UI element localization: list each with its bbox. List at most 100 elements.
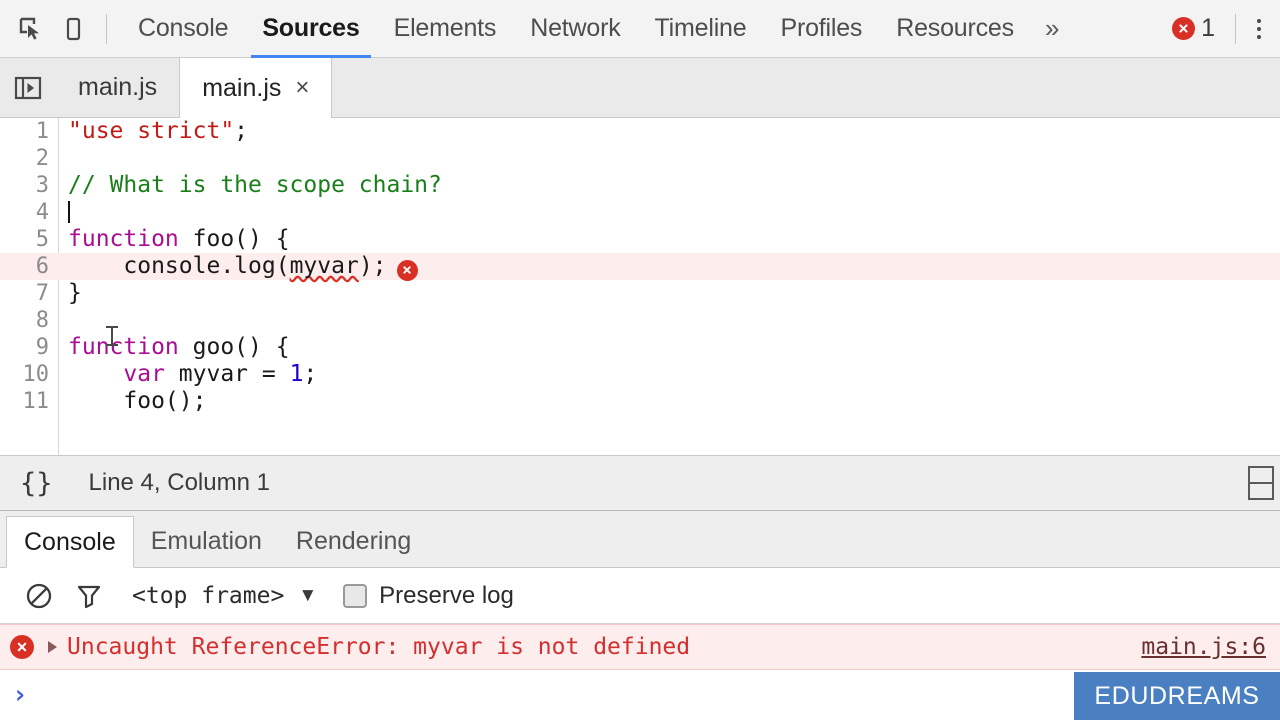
inline-error-icon[interactable] (396, 259, 418, 281)
execution-context-selector[interactable]: <top frame> ▼ (132, 583, 317, 609)
drawer-tab-label: Console (24, 527, 116, 556)
expand-triangle-icon[interactable] (48, 641, 57, 653)
drawer-tab-list: Console Emulation Rendering (0, 511, 1280, 568)
code-token: foo() { (178, 226, 290, 252)
device-toolbar-icon[interactable] (52, 8, 94, 50)
code-line[interactable]: 1 "use strict"; (0, 118, 1280, 145)
panel-tab-label: Elements (393, 14, 497, 42)
preserve-log-toggle[interactable]: Preserve log (343, 582, 514, 610)
code-line[interactable]: 6 console.log(myvar); (0, 253, 1280, 281)
file-tab-label: main.js (78, 73, 158, 101)
drawer-tab-console[interactable]: Console (6, 516, 134, 568)
code-token: myvar (289, 253, 359, 279)
code-token: console.log( (68, 253, 290, 279)
panel-tab-elements[interactable]: Elements (377, 0, 514, 58)
panel-tab-console[interactable]: Console (121, 0, 245, 58)
pretty-print-button[interactable]: {} (14, 468, 59, 499)
code-editor[interactable]: 1 "use strict"; 2 3 // What is the scope cha… (0, 118, 1280, 455)
file-tab-main-js-inactive[interactable]: main.js (56, 58, 179, 117)
error-circle-icon (10, 635, 34, 659)
panel-tab-sources[interactable]: Sources (245, 0, 376, 58)
show-navigator-icon[interactable] (0, 58, 56, 117)
drawer-tab-label: Rendering (295, 527, 412, 555)
console-source-link[interactable]: main.js:6 (1141, 634, 1266, 660)
panel-tab-resources[interactable]: Resources (879, 0, 1031, 58)
code-line-text: } (58, 280, 1280, 307)
code-line-text: console.log(myvar); (58, 253, 1280, 281)
code-line[interactable]: 4 (0, 199, 1280, 226)
line-number: 8 (35, 308, 49, 333)
code-line-text: function goo() { (58, 334, 1280, 361)
console-toolbar: <top frame> ▼ Preserve log (0, 568, 1280, 624)
code-token: // What is the scope chain? (68, 172, 442, 198)
code-token: function (68, 334, 179, 360)
code-token: "use strict" (68, 118, 235, 144)
edudreams-watermark: EDUDREAMS (1074, 672, 1280, 720)
panel-tab-label: Network (530, 14, 621, 42)
code-token: myvar = (164, 361, 290, 387)
panel-tab-label: Profiles (780, 14, 863, 42)
code-line[interactable]: 8 (0, 307, 1280, 334)
code-line[interactable]: 11 foo(); (0, 388, 1280, 415)
text-caret (68, 201, 70, 223)
file-tab-strip: main.js main.js × (0, 58, 1280, 118)
code-token: foo(); (68, 388, 207, 414)
error-count-badge[interactable]: 1 (1162, 14, 1225, 43)
code-token: ; (234, 118, 249, 144)
code-token: } (68, 280, 82, 306)
inspect-element-icon[interactable] (10, 8, 52, 50)
code-line-list: 1 "use strict"; 2 3 // What is the scope cha… (0, 118, 1280, 415)
code-line[interactable]: 7} (0, 280, 1280, 307)
drawer-tab-emulation[interactable]: Emulation (134, 516, 279, 567)
line-number: 5 (35, 227, 49, 252)
chevron-down-icon: ▼ (298, 584, 318, 606)
panel-tab-label: Console (138, 14, 229, 42)
line-number: 6 (35, 254, 49, 279)
execution-context-label: <top frame> (132, 582, 285, 609)
line-number: 3 (35, 173, 49, 198)
close-icon[interactable]: × (295, 76, 309, 100)
panel-tab-timeline[interactable]: Timeline (638, 0, 764, 58)
file-tab-main-js-active[interactable]: main.js × (179, 58, 333, 118)
clear-console-icon[interactable] (14, 574, 64, 618)
kebab-menu-icon[interactable] (1246, 8, 1272, 50)
line-number: 2 (35, 146, 49, 171)
panel-tab-list: Console Sources Elements Network Timelin… (121, 0, 1162, 58)
cursor-position-label: Line 4, Column 1 (88, 469, 270, 496)
panel-tab-profiles[interactable]: Profiles (763, 0, 879, 58)
code-line[interactable]: 9 function goo() { (0, 334, 1280, 361)
more-panels-chevron-icon[interactable]: » (1031, 0, 1073, 58)
code-token: ); (358, 253, 387, 279)
code-line-text: foo(); (58, 388, 1280, 415)
line-number: 4 (35, 200, 49, 225)
line-number: 10 (22, 362, 50, 387)
code-line[interactable]: 5 function foo() { (0, 226, 1280, 253)
preserve-log-checkbox[interactable] (343, 583, 368, 608)
code-token: 1 (289, 361, 304, 387)
code-token: ; (303, 361, 318, 387)
toolbar-divider-right (1235, 13, 1236, 44)
panel-tab-label: Sources (262, 14, 360, 42)
error-count-label: 1 (1201, 14, 1215, 42)
line-number: 9 (35, 335, 49, 360)
code-line-text (58, 199, 1280, 226)
code-line-text: function foo() { (58, 226, 1280, 253)
filter-icon[interactable] (64, 574, 114, 618)
code-line-text: // What is the scope chain? (58, 172, 1280, 199)
devtools-window: Console Sources Elements Network Timelin… (0, 0, 1280, 720)
split-pane-icon[interactable] (1248, 466, 1274, 500)
panel-tab-network[interactable]: Network (513, 0, 637, 58)
devtools-main-toolbar: Console Sources Elements Network Timelin… (0, 0, 1280, 58)
console-error-message[interactable]: Uncaught ReferenceError: myvar is not de… (0, 624, 1280, 670)
panel-tab-label: Resources (896, 14, 1014, 42)
watermark-label: EDUDREAMS (1094, 681, 1260, 710)
line-number: 11 (22, 389, 50, 414)
error-circle-icon (1172, 17, 1196, 40)
code-line[interactable]: 10 var myvar = 1; (0, 361, 1280, 388)
code-line[interactable]: 3 // What is the scope chain? (0, 172, 1280, 199)
code-line[interactable]: 2 (0, 145, 1280, 172)
drawer-tab-rendering[interactable]: Rendering (279, 516, 428, 567)
prompt-chevron-icon: › (12, 680, 28, 710)
panel-tab-label: Timeline (654, 14, 747, 42)
